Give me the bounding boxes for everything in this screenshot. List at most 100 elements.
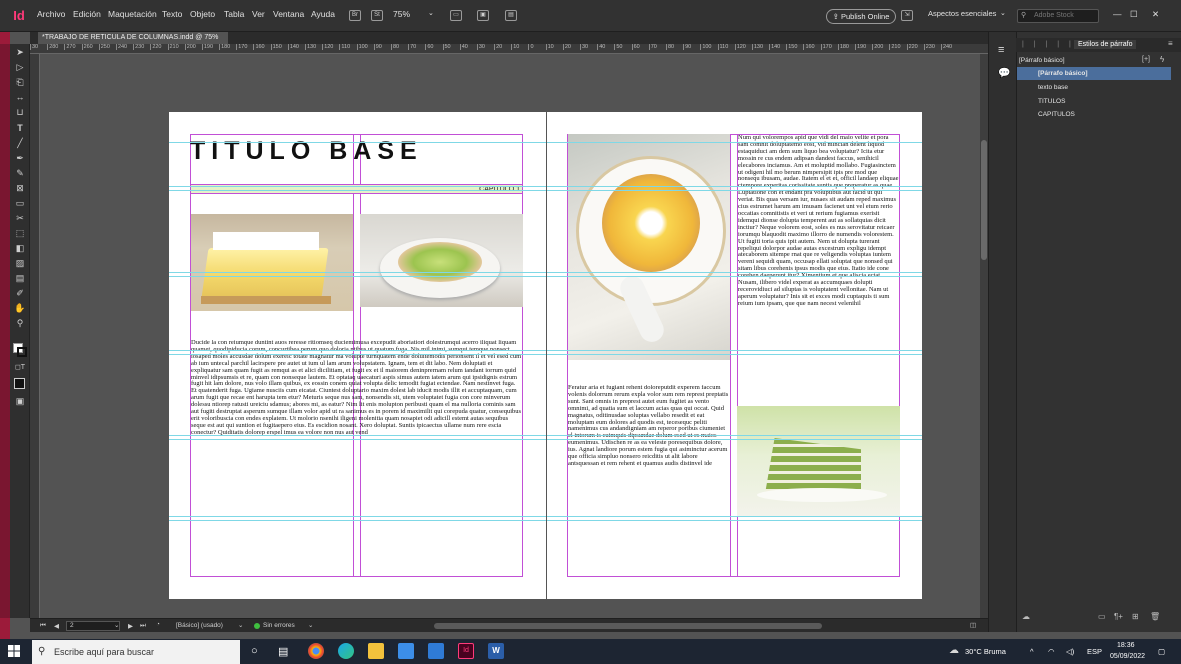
preflight-dropdown-icon[interactable]: ⌄ xyxy=(308,621,313,629)
style-item-capitulos[interactable]: CAPITULOS xyxy=(1017,108,1171,121)
hand-tool-icon[interactable]: ✋ xyxy=(14,303,26,313)
menu-tabla[interactable]: Tabla xyxy=(224,9,244,19)
edge-icon[interactable] xyxy=(338,643,354,659)
last-page-icon[interactable]: ⏭ xyxy=(140,622,146,630)
maximize-button[interactable]: ☐ xyxy=(1130,9,1138,20)
comments-icon[interactable]: 💬 xyxy=(998,68,1010,79)
body-text-frame-left[interactable]: Ducide la con reiumque duntint auos rere… xyxy=(191,340,522,570)
notifications-icon[interactable]: ▢ xyxy=(1158,647,1165,656)
indesign-taskbar-icon[interactable]: Id xyxy=(458,643,474,659)
file-explorer-icon[interactable] xyxy=(368,643,384,659)
windows-start-icon[interactable] xyxy=(8,645,20,657)
split-window-icon[interactable]: ◫ xyxy=(970,621,976,629)
workspace-switcher[interactable]: Aspectos esenciales xyxy=(928,9,996,18)
free-transform-tool-icon[interactable]: ⬚ xyxy=(14,228,26,238)
formatting-container-icon[interactable]: ◻T xyxy=(14,363,26,373)
display-performance-icon[interactable]: ▣ xyxy=(477,10,489,21)
vertical-ruler[interactable] xyxy=(30,54,40,618)
vertical-scrollbar[interactable] xyxy=(980,54,988,618)
lemon-cake-image[interactable] xyxy=(191,214,353,311)
style-item-parrafo-basico[interactable]: [Párrafo básico] xyxy=(1017,67,1171,80)
first-page-icon[interactable]: ⏮ xyxy=(40,622,46,630)
taskbar-search-input[interactable]: Escribe aquí para buscar xyxy=(32,640,240,664)
menu-objeto[interactable]: Objeto xyxy=(190,9,215,19)
style-group-icon[interactable]: ☁ xyxy=(1022,612,1030,621)
preflight-status[interactable]: Sin errores xyxy=(263,622,295,629)
menu-ayuda[interactable]: Ayuda xyxy=(311,9,335,19)
line-tool-icon[interactable]: ╱ xyxy=(14,138,26,148)
style-item-texto-base[interactable]: texto base xyxy=(1017,81,1171,94)
apply-color-icon[interactable] xyxy=(14,378,25,389)
network-icon[interactable]: ◠ xyxy=(1048,647,1055,656)
next-page-icon[interactable]: ▶ xyxy=(128,622,133,630)
gradient-feather-tool-icon[interactable]: ▨ xyxy=(14,258,26,268)
workspace-dropdown-icon[interactable]: ⌄ xyxy=(1000,9,1006,17)
menu-archivo[interactable]: Archivo xyxy=(37,9,65,19)
adobe-stock-search-input[interactable]: Adobe Stock xyxy=(1017,9,1099,23)
clock-date[interactable]: 05/09/2022 xyxy=(1110,653,1145,660)
share-icon[interactable]: ⇲ xyxy=(901,10,913,21)
screen-mode-normal-icon[interactable]: ▣ xyxy=(14,396,26,406)
menu-texto[interactable]: Texto xyxy=(162,9,182,19)
pen-tool-icon[interactable]: ✒ xyxy=(14,153,26,163)
pencil-tool-icon[interactable]: ✎ xyxy=(14,168,26,178)
menu-edicion[interactable]: Edición xyxy=(73,9,101,19)
publish-online-button[interactable]: ⇪ Publish Online xyxy=(826,9,896,24)
delete-style-icon[interactable]: 🗑 xyxy=(1150,612,1160,621)
stock-icon[interactable]: St xyxy=(371,10,383,21)
scissors-tool-icon[interactable]: ✂ xyxy=(14,213,26,223)
rectangle-frame-tool-icon[interactable]: ⊠ xyxy=(14,183,26,193)
new-group-icon[interactable]: ▭ xyxy=(1098,612,1106,621)
paragraph-style-status[interactable]: [Básico] (usado) xyxy=(176,622,223,629)
body-text-frame-right-middle[interactable]: Feratur aria et fugiant rehent doloreput… xyxy=(568,385,730,495)
vertical-scrollbar-thumb[interactable] xyxy=(981,140,987,260)
minimize-button[interactable]: — xyxy=(1113,9,1122,19)
kiwi-tart-image[interactable] xyxy=(360,214,523,307)
tab-paragraph-styles[interactable]: Estilos de párrafo xyxy=(1074,40,1137,49)
zoom-tool-icon[interactable]: ⚲ xyxy=(14,318,26,328)
selection-tool-icon[interactable]: ➤ xyxy=(14,47,26,57)
panel-menu-icon[interactable]: ≡ xyxy=(998,44,1004,56)
zoom-level[interactable]: 75% xyxy=(393,9,410,19)
task-view-icon[interactable]: ○ xyxy=(251,645,258,657)
body-text-frame-right-top[interactable]: Num qui volorempos apid que vidi del mai… xyxy=(738,135,900,343)
show-hidden-icons-icon[interactable]: ^ xyxy=(1030,647,1034,656)
menu-ventana[interactable]: Ventana xyxy=(273,9,304,19)
store-icon[interactable] xyxy=(398,643,414,659)
horizontal-ruler[interactable]: 30 280 270 260 250 240 230 220 210 200 190 180 170 16… xyxy=(30,44,988,54)
matcha-cake-image[interactable] xyxy=(737,406,900,517)
menu-ver[interactable]: Ver xyxy=(252,9,265,19)
page-number-field[interactable]: 2 xyxy=(66,621,120,631)
gap-tool-icon[interactable]: ↔ xyxy=(14,92,26,102)
document-tab[interactable]: *TRABAJO DE RETICULA DE COLUMNAS.indd @ … xyxy=(38,32,228,53)
style-item-titulos[interactable]: TITULOS xyxy=(1017,95,1171,108)
style-dropdown-icon[interactable]: ⌄ xyxy=(238,621,243,629)
lemon-tart-image[interactable] xyxy=(568,134,730,360)
panel-options-icon[interactable]: ≡ xyxy=(1168,39,1173,48)
new-style-from-selection-icon[interactable]: [+] xyxy=(1142,56,1150,63)
horizontal-scrollbar-thumb[interactable] xyxy=(434,623,822,629)
page-dropdown-icon[interactable]: ⌄ xyxy=(114,621,119,629)
close-window-button[interactable]: ✕ xyxy=(1152,9,1159,20)
new-style-icon[interactable]: ⊞ xyxy=(1132,612,1139,621)
volume-icon[interactable]: ◁) xyxy=(1066,647,1074,656)
stroke-swatch-icon[interactable] xyxy=(17,347,27,357)
pasteboard[interactable]: TITULO BASE CAPITULO 1 Ducide la con rei… xyxy=(40,54,980,618)
rectangle-tool-icon[interactable]: ▭ xyxy=(14,198,26,208)
eyedropper-tool-icon[interactable]: ✐ xyxy=(14,288,26,298)
direct-selection-tool-icon[interactable]: ▷ xyxy=(14,62,26,72)
weather-text[interactable]: 30°C Bruma xyxy=(965,647,1006,656)
content-collector-icon[interactable]: ⊔ xyxy=(14,107,26,117)
note-tool-icon[interactable]: ▤ xyxy=(14,273,26,283)
previous-page-icon[interactable]: ◀ xyxy=(54,622,59,630)
sync-icon[interactable]: ◔ xyxy=(156,621,160,628)
bridge-icon[interactable]: Br xyxy=(349,10,361,21)
chrome-icon[interactable] xyxy=(308,643,324,659)
clear-overrides-icon[interactable]: ¶+ xyxy=(1114,612,1123,621)
menu-maquetacion[interactable]: Maquetación xyxy=(108,9,157,19)
page-tool-icon[interactable]: ⎗ xyxy=(14,77,26,87)
zoom-dropdown-icon[interactable]: ⌄ xyxy=(428,9,434,17)
type-tool-icon[interactable]: T xyxy=(14,123,26,133)
mail-icon[interactable] xyxy=(428,643,444,659)
quick-apply-icon[interactable]: ϟ xyxy=(1160,55,1164,64)
